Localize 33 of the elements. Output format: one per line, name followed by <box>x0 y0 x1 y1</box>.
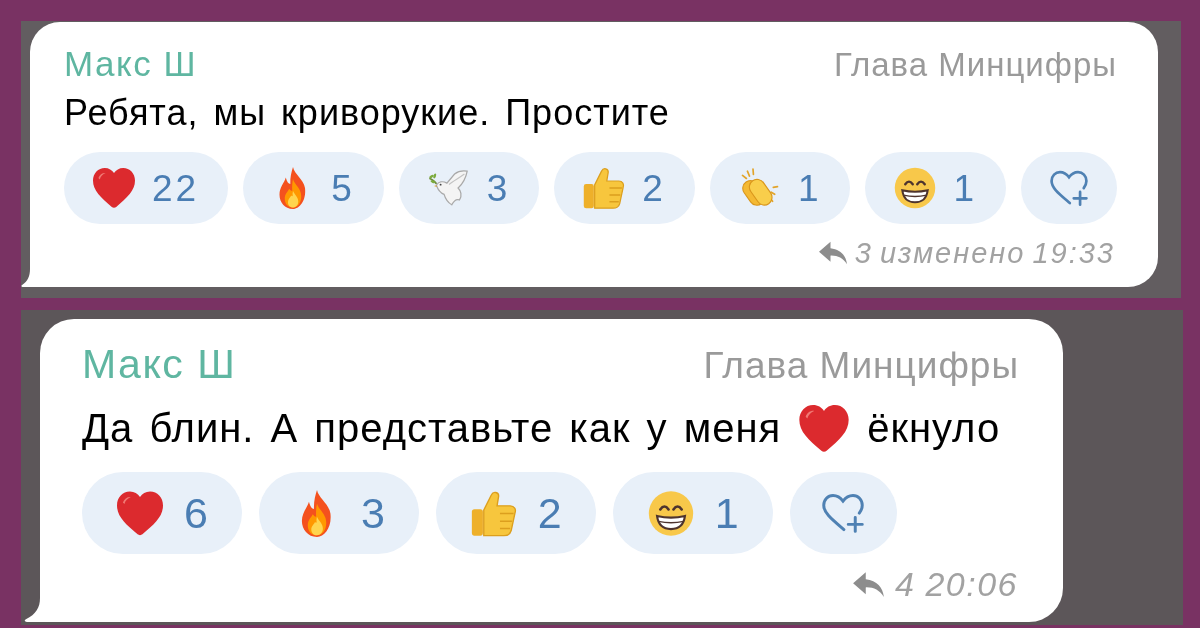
message-text: Да блин. А представьте как у меня <box>82 405 782 452</box>
heart-icon <box>117 489 163 537</box>
reaction-button[interactable]: 1 <box>865 152 1007 224</box>
message-text: ёкнуло <box>867 405 1001 452</box>
heart-plus-icon <box>820 492 867 534</box>
reaction-button[interactable]: 2 <box>554 152 695 224</box>
grinning-face-icon <box>647 489 694 537</box>
reaction-button[interactable]: 3 <box>258 472 419 554</box>
sender-title: Глава Минцифры <box>834 45 1117 85</box>
message-text: Ребята, мы криворукие. Простите <box>64 92 670 134</box>
thumbs-up-icon <box>583 167 626 209</box>
heart-plus-icon <box>1048 169 1091 207</box>
heart-icon <box>799 404 850 452</box>
reply-count: 4 <box>895 565 916 603</box>
sender-title: Глава Минцифры <box>703 344 1019 388</box>
reply-arrow-icon <box>817 241 848 265</box>
reaction-button[interactable]: 1 <box>709 152 851 224</box>
reaction-button[interactable]: 22 <box>64 152 229 224</box>
reaction-button[interactable]: 3 <box>398 152 540 224</box>
grinning-face-icon <box>894 167 937 209</box>
edited-label: изменено <box>879 237 1026 269</box>
thumbs-up-icon <box>470 489 517 537</box>
reaction-button[interactable]: 5 <box>243 152 384 224</box>
message-time: 20:06 <box>925 565 1018 603</box>
sender-name: Макс Ш <box>64 44 198 84</box>
heart-icon <box>93 167 135 209</box>
reply-count: 3 <box>854 237 873 269</box>
sender-name: Макс Ш <box>82 341 237 387</box>
reaction-button[interactable]: 6 <box>82 472 242 554</box>
message-time: 19:33 <box>1032 237 1115 269</box>
reply-arrow-icon <box>852 570 885 598</box>
reaction-button[interactable]: 2 <box>435 472 596 554</box>
reaction-button[interactable]: 1 <box>612 472 773 554</box>
